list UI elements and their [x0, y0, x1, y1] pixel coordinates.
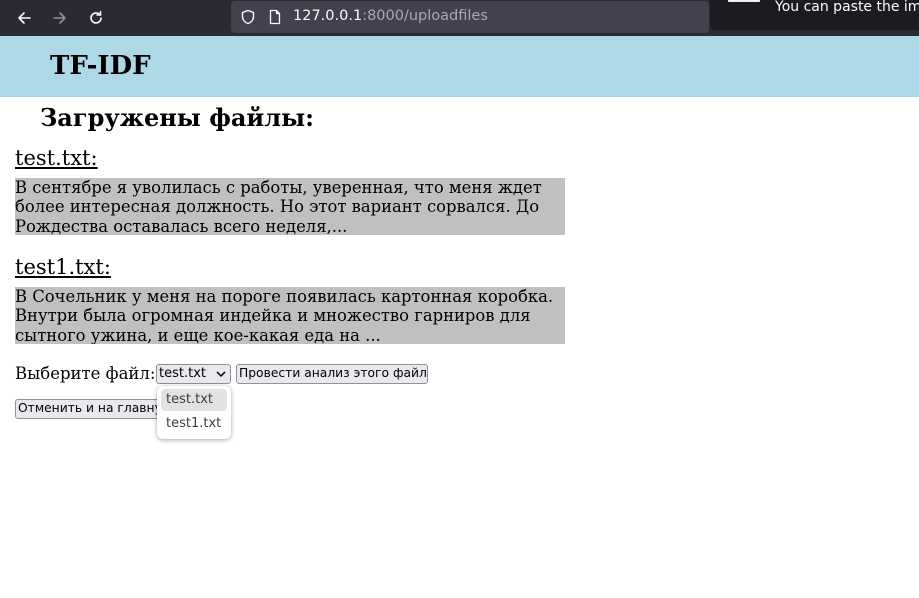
- forward-button[interactable]: [46, 4, 74, 32]
- shield-icon[interactable]: [240, 9, 256, 25]
- reload-button[interactable]: [82, 4, 110, 32]
- analyze-button[interactable]: Провести анализ этого файла: [236, 364, 428, 384]
- url-text[interactable]: 127.0.0.1:8000/uploadfiles: [293, 8, 488, 24]
- browser-toolbar: 127.0.0.1:8000/uploadfiles You can paste…: [0, 0, 919, 36]
- reload-icon: [90, 10, 102, 24]
- page-icon[interactable]: [267, 9, 283, 25]
- dropdown-option[interactable]: test.txt: [161, 389, 227, 411]
- site-header: TF-IDF: [0, 36, 919, 97]
- notification-icon: [728, 0, 760, 2]
- file-select-dropdown: test.txt test1.txt: [157, 386, 231, 439]
- address-bar[interactable]: 127.0.0.1:8000/uploadfiles: [231, 1, 709, 33]
- page-heading: Загружены файлы:: [40, 103, 315, 132]
- file-name-link[interactable]: test1.txt:: [15, 255, 111, 279]
- file-select[interactable]: test.txt: [156, 364, 231, 384]
- file-preview: В Сочельник у меня на пороге появилась к…: [15, 287, 565, 344]
- site-title: TF-IDF: [50, 51, 151, 81]
- arrow-left-icon: [18, 12, 31, 24]
- select-value: test.txt: [159, 366, 206, 381]
- url-host: 127.0.0.1: [293, 8, 363, 24]
- cancel-home-button[interactable]: Отменить и на главную: [15, 399, 165, 419]
- url-path: :8000/uploadfiles: [362, 8, 488, 24]
- paste-notification: You can paste the ima: [710, 0, 919, 30]
- choose-file-label: Выберите файл:: [15, 364, 156, 383]
- dropdown-option[interactable]: test1.txt: [161, 413, 227, 435]
- notification-text: You can paste the ima: [775, 0, 919, 15]
- arrow-right-icon: [53, 12, 66, 24]
- file-name-link[interactable]: test.txt:: [15, 146, 98, 170]
- file-preview: В сентябре я уволилась с работы, уверенн…: [15, 178, 565, 235]
- chevron-down-icon: [216, 371, 226, 378]
- back-button[interactable]: [10, 4, 38, 32]
